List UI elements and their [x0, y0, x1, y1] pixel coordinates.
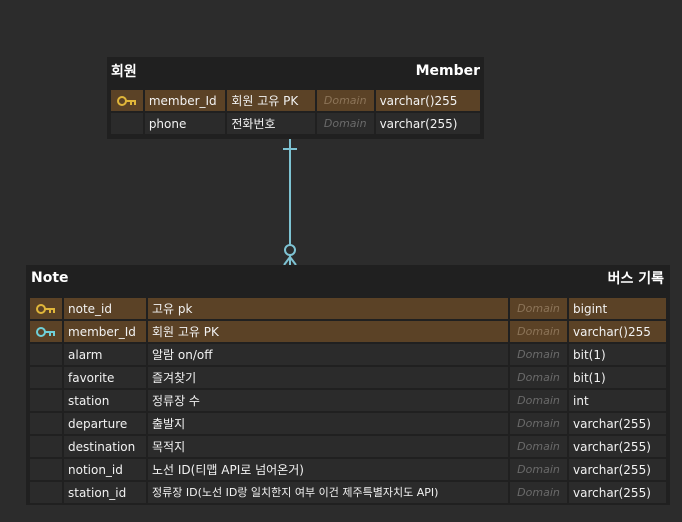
note-entity[interactable]: Note 버스 기록 note_id 고유 pk Domain bigint m… — [26, 265, 670, 505]
member-logical-name: 회원 — [111, 64, 137, 80]
note-column-row[interactable]: station_id 정류장 ID(노선 ID랑 일치한지 여부 이건 제주특별… — [30, 482, 666, 503]
column-domain: Domain — [510, 344, 567, 365]
key-cell — [111, 113, 143, 134]
column-type: varchar()255 — [375, 90, 480, 111]
many-mark-right — [289, 256, 297, 266]
member-entity-header: 회원 Member — [107, 57, 484, 85]
column-name: station — [64, 390, 146, 411]
column-comment: 알람 on/off — [148, 344, 508, 365]
member-entity[interactable]: 회원 Member member_Id 회원 고유 PK Domain varc… — [107, 57, 484, 139]
column-type: bit(1) — [569, 367, 666, 388]
key-cell — [30, 367, 62, 388]
column-type: int — [569, 390, 666, 411]
column-comment: 정류장 수 — [148, 390, 508, 411]
column-type: bit(1) — [569, 344, 666, 365]
column-type: varchar(255) — [569, 436, 666, 457]
column-domain: Domain — [510, 367, 567, 388]
note-column-row[interactable]: notion_id 노선 ID(티맵 API로 넘어온거) Domain var… — [30, 459, 666, 480]
column-comment: 즐겨찾기 — [148, 367, 508, 388]
column-domain: Domain — [316, 90, 374, 111]
column-name: destination — [64, 436, 146, 457]
column-domain: Domain — [510, 413, 567, 434]
column-type: varchar()255 — [569, 321, 666, 342]
column-name: station_id — [64, 482, 146, 503]
note-column-row[interactable]: alarm 알람 on/off Domain bit(1) — [30, 344, 666, 365]
note-physical-name: 버스 기록 — [607, 271, 664, 287]
column-domain: Domain — [510, 298, 567, 319]
column-type: varchar(255) — [569, 459, 666, 480]
column-name: departure — [64, 413, 146, 434]
column-name: notion_id — [64, 459, 146, 480]
column-comment: 노선 ID(티맵 API로 넘어온거) — [148, 459, 508, 480]
key-cell — [30, 436, 62, 457]
member-column-row[interactable]: phone 전화번호 Domain varchar(255) — [111, 113, 480, 134]
member-physical-name: Member — [415, 63, 480, 79]
column-domain: Domain — [510, 321, 567, 342]
column-name: member_Id — [64, 321, 146, 342]
key-cell — [111, 90, 143, 111]
note-column-row[interactable]: destination 목적지 Domain varchar(255) — [30, 436, 666, 457]
column-domain: Domain — [510, 459, 567, 480]
key-cell — [30, 344, 62, 365]
member-column-row[interactable]: member_Id 회원 고유 PK Domain varchar()255 — [111, 90, 480, 111]
column-type: varchar(255) — [569, 482, 666, 503]
column-type: varchar(255) — [569, 413, 666, 434]
column-comment: 회원 고유 PK — [227, 90, 315, 111]
key-cell — [30, 413, 62, 434]
note-column-row[interactable]: member_Id 회원 고유 PK Domain varchar()255 — [30, 321, 666, 342]
primary-key-icon — [116, 95, 136, 106]
zero-mark — [284, 244, 296, 256]
column-comment: 출발지 — [148, 413, 508, 434]
note-column-row[interactable]: favorite 즐겨찾기 Domain bit(1) — [30, 367, 666, 388]
column-comment: 목적지 — [148, 436, 508, 457]
column-domain: Domain — [510, 436, 567, 457]
foreign-key-icon — [36, 326, 55, 337]
column-domain: Domain — [510, 390, 567, 411]
key-cell — [30, 459, 62, 480]
column-name: member_Id — [144, 90, 226, 111]
column-name: alarm — [64, 344, 146, 365]
key-cell — [30, 298, 62, 319]
primary-key-icon — [36, 303, 55, 314]
column-comment: 정류장 ID(노선 ID랑 일치한지 여부 이건 제주특별자치도 API) — [148, 482, 508, 503]
column-comment: 회원 고유 PK — [148, 321, 508, 342]
column-comment: 고유 pk — [148, 298, 508, 319]
column-name: note_id — [64, 298, 146, 319]
column-comment: 전화번호 — [227, 113, 315, 134]
column-domain: Domain — [510, 482, 567, 503]
key-cell — [30, 482, 62, 503]
note-column-row[interactable]: departure 출발지 Domain varchar(255) — [30, 413, 666, 434]
key-cell — [30, 321, 62, 342]
column-type: bigint — [569, 298, 666, 319]
note-logical-name: Note — [31, 270, 69, 286]
column-name: phone — [144, 113, 226, 134]
key-cell — [30, 390, 62, 411]
column-type: varchar(255) — [375, 113, 480, 134]
note-column-row[interactable]: station 정류장 수 Domain int — [30, 390, 666, 411]
many-mark-left — [283, 256, 291, 266]
note-entity-header: Note 버스 기록 — [26, 265, 670, 291]
column-name: favorite — [64, 367, 146, 388]
note-column-row[interactable]: note_id 고유 pk Domain bigint — [30, 298, 666, 319]
column-domain: Domain — [316, 113, 374, 134]
